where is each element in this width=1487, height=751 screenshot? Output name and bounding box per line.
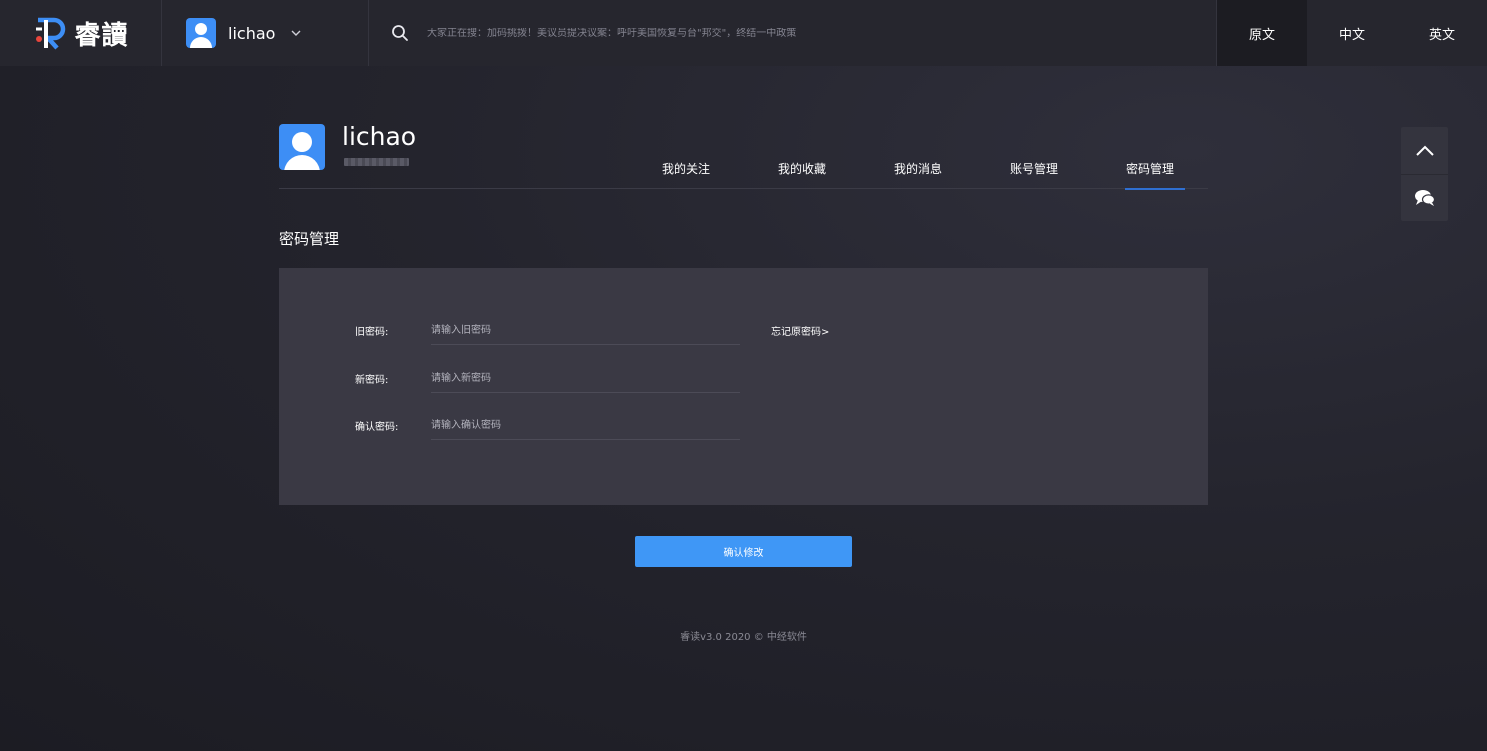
lang-original-button[interactable]: 原文 bbox=[1217, 0, 1307, 66]
new-password-label: 新密码: bbox=[355, 374, 389, 386]
old-password-label: 旧密码: bbox=[355, 326, 389, 338]
search-icon[interactable] bbox=[391, 24, 409, 42]
new-password-input[interactable] bbox=[431, 363, 740, 393]
language-switcher: 原文 中文 英文 bbox=[1216, 0, 1487, 66]
confirm-change-button[interactable]: 确认修改 bbox=[635, 536, 852, 567]
back-to-top-button[interactable] bbox=[1401, 127, 1448, 174]
chevron-up-icon bbox=[1415, 145, 1434, 156]
user-menu[interactable]: lichao bbox=[162, 0, 369, 66]
tab-account[interactable]: 账号管理 bbox=[976, 158, 1092, 189]
avatar bbox=[186, 18, 216, 48]
tab-favorites[interactable]: 我的收藏 bbox=[744, 158, 860, 189]
tab-password[interactable]: 密码管理 bbox=[1092, 158, 1208, 190]
confirm-password-row: 确认密码: bbox=[279, 410, 1208, 440]
top-bar: 睿讀 lichao 原文 中文 英文 bbox=[0, 0, 1487, 66]
feedback-button[interactable] bbox=[1401, 174, 1448, 221]
confirm-password-label: 确认密码: bbox=[355, 421, 399, 433]
profile-name: lichao bbox=[342, 122, 417, 151]
chat-bubbles-icon bbox=[1414, 190, 1435, 206]
footer-copyright: 睿读v3.0 2020 © 中经软件 bbox=[680, 632, 807, 643]
user-name: lichao bbox=[228, 23, 276, 43]
old-password-row: 旧密码: 忘记原密码> bbox=[279, 315, 1208, 345]
logo-text: 睿讀 bbox=[74, 20, 129, 51]
old-password-input[interactable] bbox=[431, 315, 740, 345]
search-input[interactable] bbox=[427, 27, 987, 39]
profile-subtitle-redacted bbox=[344, 158, 409, 166]
lang-english-button[interactable]: 英文 bbox=[1397, 0, 1487, 66]
logo[interactable]: 睿讀 bbox=[0, 0, 162, 66]
profile-header: lichao 我的关注 我的收藏 我的消息 账号管理 密码管理 bbox=[279, 122, 1208, 190]
floating-toolbar bbox=[1401, 127, 1448, 221]
profile-tabs: 我的关注 我的收藏 我的消息 账号管理 密码管理 bbox=[628, 158, 1208, 190]
section-title: 密码管理 bbox=[279, 230, 340, 248]
new-password-row: 新密码: bbox=[279, 363, 1208, 393]
tab-messages[interactable]: 我的消息 bbox=[860, 158, 976, 189]
confirm-password-input[interactable] bbox=[431, 410, 740, 440]
forgot-password-link[interactable]: 忘记原密码> bbox=[771, 323, 829, 338]
profile-avatar bbox=[279, 124, 325, 170]
password-form: 旧密码: 忘记原密码> 新密码: 确认密码: bbox=[279, 268, 1208, 505]
logo-mark-icon bbox=[36, 17, 66, 50]
tab-follows[interactable]: 我的关注 bbox=[628, 158, 744, 189]
lang-chinese-button[interactable]: 中文 bbox=[1307, 0, 1397, 66]
search-area bbox=[369, 0, 1216, 66]
chevron-down-icon bbox=[291, 30, 301, 36]
